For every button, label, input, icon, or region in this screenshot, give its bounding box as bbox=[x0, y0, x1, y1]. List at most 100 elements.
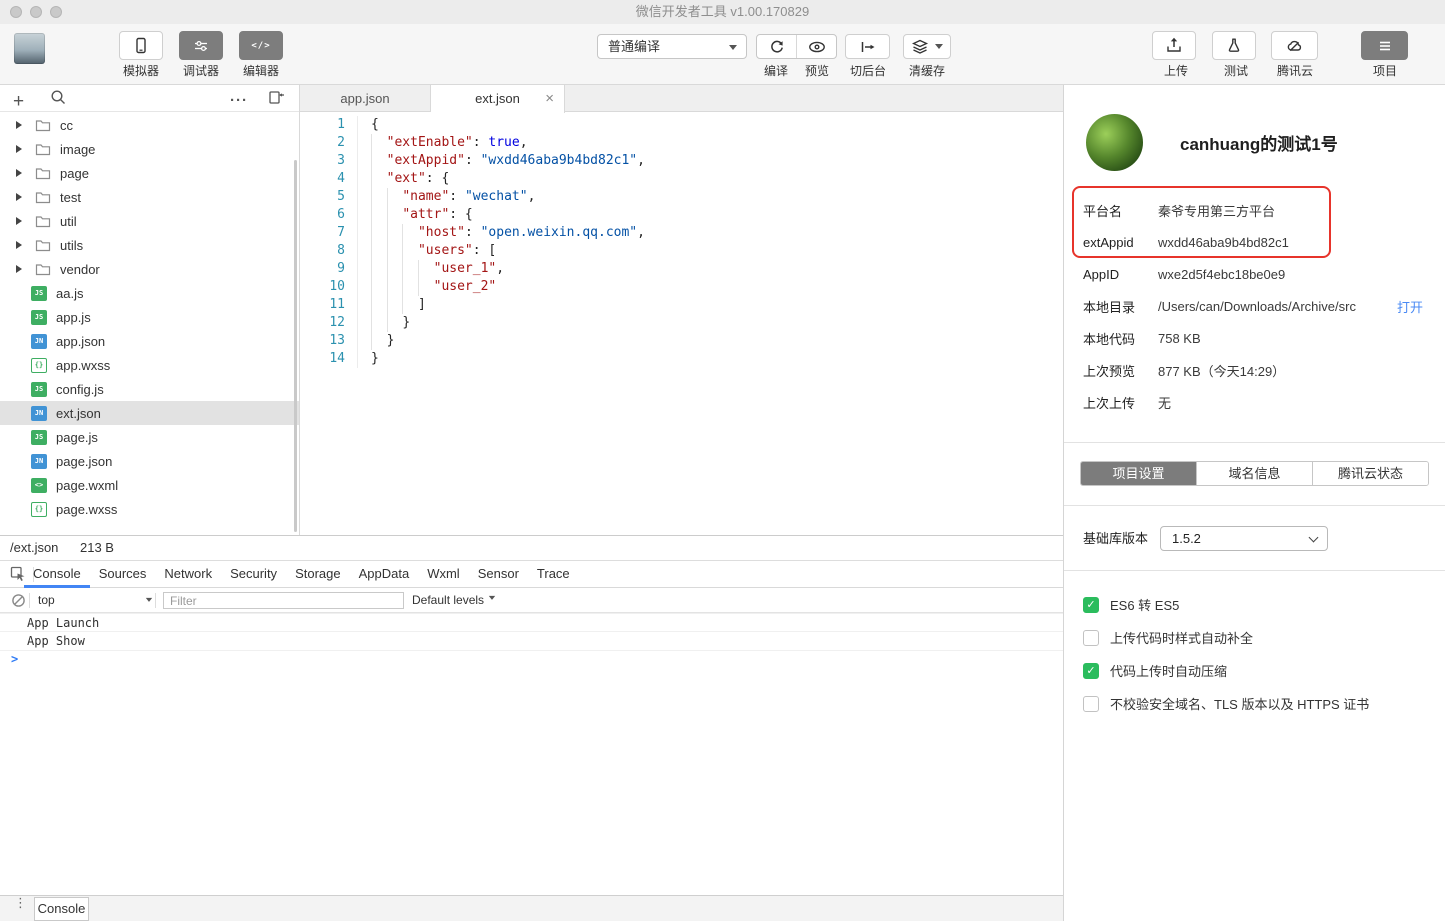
debugger-button[interactable] bbox=[179, 31, 223, 60]
checkbox-checked[interactable]: ✓ bbox=[1083, 663, 1099, 679]
clear-console-icon[interactable] bbox=[11, 593, 26, 608]
switch-background-icon bbox=[859, 40, 877, 54]
tree-file-app.wxss[interactable]: {}app.wxss bbox=[0, 353, 299, 377]
devtools-tab-network[interactable]: Network bbox=[155, 561, 221, 588]
code-line[interactable]: 8 "users": [ bbox=[300, 242, 1063, 260]
project-panel: canhuang的测试1号 平台名秦爷专用第三方平台extAppidwxdd46… bbox=[1063, 85, 1445, 921]
tree-file-aa.js[interactable]: JSaa.js bbox=[0, 281, 299, 305]
upload-button[interactable] bbox=[1152, 31, 1196, 60]
file-name: aa.js bbox=[56, 286, 83, 301]
expand-triangle-icon[interactable] bbox=[16, 121, 26, 129]
tencent-cloud-button[interactable] bbox=[1271, 31, 1318, 60]
info-label: 本地目录 bbox=[1083, 297, 1158, 316]
devtools-tab-security[interactable]: Security bbox=[221, 561, 286, 588]
tree-file-config.js[interactable]: JSconfig.js bbox=[0, 377, 299, 401]
user-avatar[interactable] bbox=[14, 33, 45, 64]
checkbox-unchecked[interactable] bbox=[1083, 630, 1099, 646]
compile-mode-select[interactable]: 普通编译 bbox=[597, 34, 747, 59]
devtools-tab-trace[interactable]: Trace bbox=[528, 561, 579, 588]
code-line[interactable]: 11 ] bbox=[300, 296, 1063, 314]
tree-folder-image[interactable]: image bbox=[0, 137, 299, 161]
tree-file-page.wxml[interactable]: <>page.wxml bbox=[0, 473, 299, 497]
switch-background-button[interactable] bbox=[845, 34, 890, 59]
console-context-select[interactable]: top bbox=[38, 588, 153, 613]
tree-folder-test[interactable]: test bbox=[0, 185, 299, 209]
tree-folder-cc[interactable]: cc bbox=[0, 113, 299, 137]
devtools-tab-storage[interactable]: Storage bbox=[286, 561, 350, 588]
tree-file-page.js[interactable]: JSpage.js bbox=[0, 425, 299, 449]
file-name: app.json bbox=[56, 334, 105, 349]
code-line-content: } bbox=[357, 332, 394, 350]
compile-button[interactable] bbox=[757, 35, 796, 58]
code-line[interactable]: 10 "user_2" bbox=[300, 278, 1063, 296]
tree-folder-util[interactable]: util bbox=[0, 209, 299, 233]
add-file-icon[interactable]: + bbox=[13, 89, 24, 115]
code-line[interactable]: 6 "attr": { bbox=[300, 206, 1063, 224]
console-filter-input[interactable] bbox=[163, 592, 404, 609]
option-row[interactable]: 上传代码时样式自动补全 bbox=[1083, 621, 1435, 654]
code-line[interactable]: 4 "ext": { bbox=[300, 170, 1063, 188]
folder-icon bbox=[35, 166, 51, 180]
console-levels-select[interactable]: Default levels bbox=[412, 588, 496, 613]
code-line[interactable]: 13 } bbox=[300, 332, 1063, 350]
project-tab-域名信息[interactable]: 域名信息 bbox=[1196, 462, 1312, 485]
tree-file-page.json[interactable]: JNpage.json bbox=[0, 449, 299, 473]
code-line[interactable]: 9 "user_1", bbox=[300, 260, 1063, 278]
close-tab-icon[interactable]: × bbox=[545, 85, 554, 112]
code-line[interactable]: 5 "name": "wechat", bbox=[300, 188, 1063, 206]
devtools-tab-wxml[interactable]: Wxml bbox=[418, 561, 469, 588]
option-row[interactable]: 不校验安全域名、TLS 版本以及 HTTPS 证书 bbox=[1083, 687, 1435, 720]
tree-file-app.js[interactable]: JSapp.js bbox=[0, 305, 299, 329]
editor-tab-extjson[interactable]: ext.json × bbox=[431, 85, 565, 113]
expand-triangle-icon[interactable] bbox=[16, 193, 26, 201]
code-area[interactable]: 1{2 "extEnable": true,3 "extAppid": "wxd… bbox=[300, 113, 1063, 535]
tree-scrollbar[interactable] bbox=[294, 160, 297, 532]
editor-tab-appjson[interactable]: app.json bbox=[300, 85, 431, 112]
option-row[interactable]: ✓ES6 转 ES5 bbox=[1083, 588, 1435, 621]
clear-cache-button[interactable] bbox=[903, 34, 951, 59]
collapse-panel-icon[interactable] bbox=[268, 89, 286, 106]
code-line[interactable]: 7 "host": "open.weixin.qq.com", bbox=[300, 224, 1063, 242]
tree-folder-page[interactable]: page bbox=[0, 161, 299, 185]
preview-button[interactable] bbox=[796, 35, 836, 58]
devtools-tab-console[interactable]: Console bbox=[24, 561, 90, 588]
tree-file-app.json[interactable]: JNapp.json bbox=[0, 329, 299, 353]
tree-folder-utils[interactable]: utils bbox=[0, 233, 299, 257]
search-icon[interactable] bbox=[50, 89, 67, 106]
devtools-tab-sensor[interactable]: Sensor bbox=[469, 561, 528, 588]
expand-triangle-icon[interactable] bbox=[16, 241, 26, 249]
project-tab-项目设置[interactable]: 项目设置 bbox=[1081, 462, 1196, 485]
checkbox-checked[interactable]: ✓ bbox=[1083, 597, 1099, 613]
option-row[interactable]: ✓代码上传时自动压缩 bbox=[1083, 654, 1435, 687]
library-version-select[interactable]: 1.5.2 bbox=[1160, 526, 1328, 551]
code-line[interactable]: 2 "extEnable": true, bbox=[300, 134, 1063, 152]
more-options-icon[interactable]: ··· bbox=[230, 89, 248, 113]
expand-triangle-icon[interactable] bbox=[16, 265, 26, 273]
checkbox-unchecked[interactable] bbox=[1083, 696, 1099, 712]
devtools-tab-appdata[interactable]: AppData bbox=[350, 561, 419, 588]
code-line[interactable]: 12 } bbox=[300, 314, 1063, 332]
simulator-button[interactable] bbox=[119, 31, 163, 60]
indent-guide bbox=[371, 314, 372, 332]
footer-console-tab[interactable]: Console bbox=[34, 897, 89, 921]
indent-guide bbox=[371, 278, 372, 296]
code-line[interactable]: 14} bbox=[300, 350, 1063, 368]
test-button[interactable] bbox=[1212, 31, 1256, 60]
tree-file-page.wxss[interactable]: {}page.wxss bbox=[0, 497, 299, 521]
file-name: page.js bbox=[56, 430, 98, 445]
project-tab-腾讯云状态[interactable]: 腾讯云状态 bbox=[1312, 462, 1428, 485]
code-line[interactable]: 1{ bbox=[300, 116, 1063, 134]
line-number: 3 bbox=[300, 152, 345, 170]
devtools-tab-sources[interactable]: Sources bbox=[90, 561, 156, 588]
open-directory-link[interactable]: 打开 bbox=[1397, 297, 1423, 316]
expand-triangle-icon[interactable] bbox=[16, 217, 26, 225]
editor-button[interactable]: </> bbox=[239, 31, 283, 60]
tree-folder-vendor[interactable]: vendor bbox=[0, 257, 299, 281]
tree-file-ext.json[interactable]: JNext.json bbox=[0, 401, 299, 425]
project-button[interactable] bbox=[1361, 31, 1408, 60]
code-line[interactable]: 3 "extAppid": "wxdd46aba9b4bd82c1", bbox=[300, 152, 1063, 170]
expand-triangle-icon[interactable] bbox=[16, 169, 26, 177]
vertical-dots-icon[interactable]: ⋮ bbox=[14, 899, 22, 906]
console-prompt[interactable]: > bbox=[11, 652, 18, 666]
expand-triangle-icon[interactable] bbox=[16, 145, 26, 153]
